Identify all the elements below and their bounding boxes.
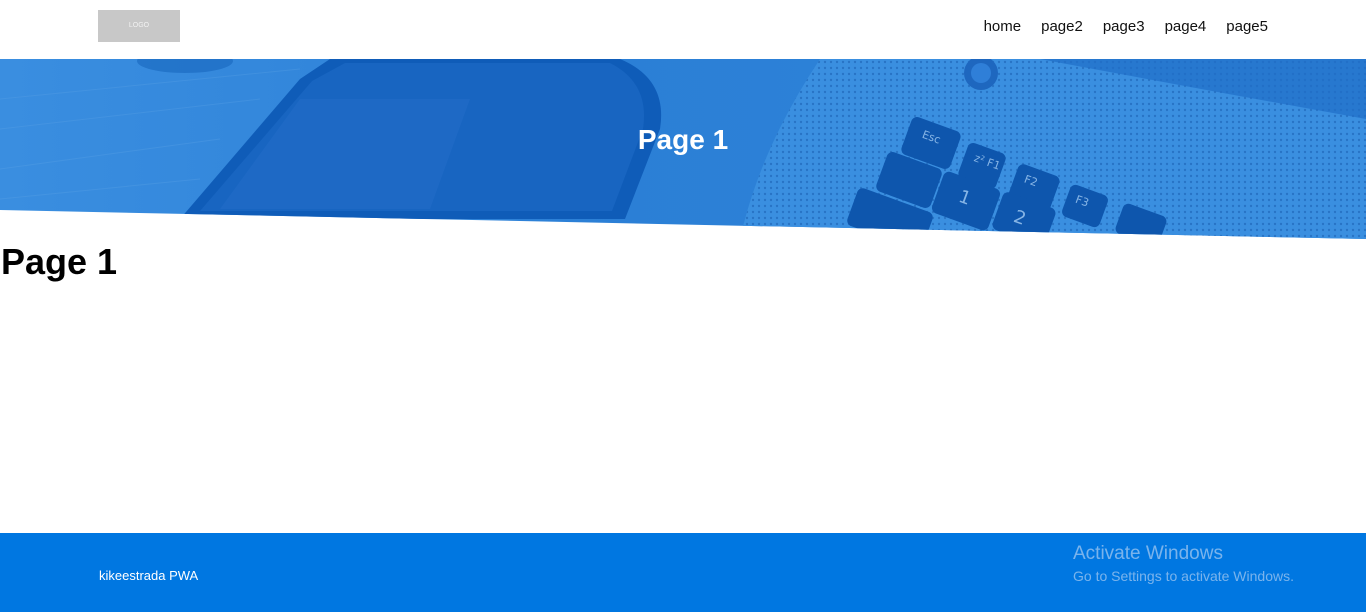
hero-title: Page 1 [637, 124, 729, 155]
nav-link-page4[interactable]: page4 [1165, 17, 1207, 37]
footer-brand: kikeestrada PWA [99, 568, 199, 583]
site-header: LOGO home page2 page3 page4 page5 [0, 0, 1366, 59]
watermark-title: Activate Windows [1073, 543, 1223, 564]
nav-link-page2[interactable]: page2 [1041, 17, 1083, 37]
main-nav: home page2 page3 page4 page5 [964, 17, 1268, 37]
logo[interactable]: LOGO [98, 10, 180, 42]
nav-link-home[interactable]: home [984, 17, 1022, 37]
windows-activation-watermark: Activate Windows Go to Settings to activ… [1073, 542, 1294, 585]
hero-banner: Esc z² F1 F2 F3 1 2 Page 1 [0, 59, 1366, 239]
nav-link-page5[interactable]: page5 [1226, 17, 1268, 37]
nav-link-page3[interactable]: page3 [1103, 17, 1145, 37]
watermark-subtitle: Go to Settings to activate Windows. [1073, 568, 1294, 584]
page-title: Page 1 [1, 241, 118, 282]
page: LOGO home page2 page3 page4 page5 Esc z²… [0, 0, 1366, 612]
